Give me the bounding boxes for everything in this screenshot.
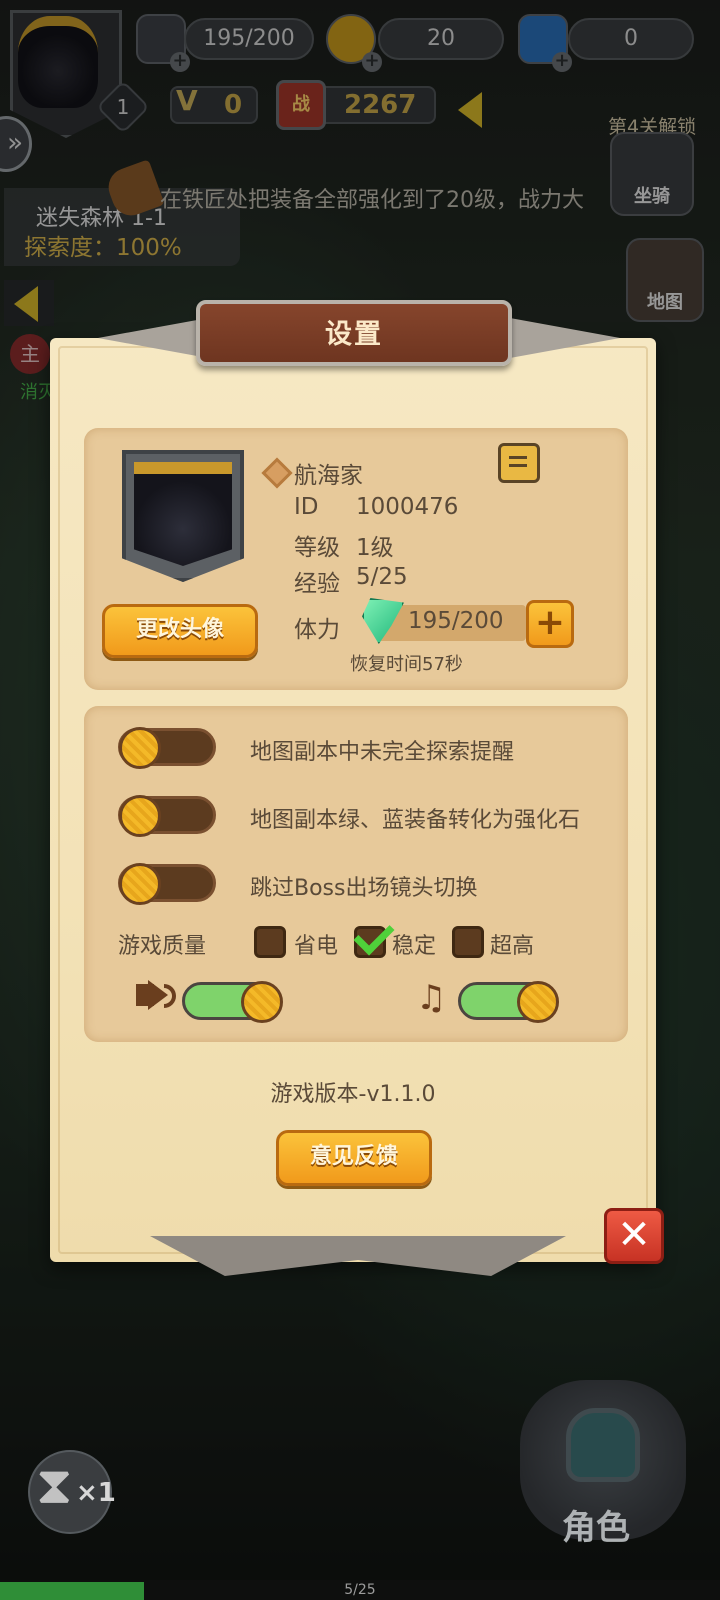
quality-power-save-label: 省电: [294, 934, 339, 959]
explore-reminder-label: 地图副本中未完全探索提醒: [250, 740, 515, 765]
add-stamina-button[interactable]: +: [526, 600, 574, 648]
quality-ultra-checkbox[interactable]: [452, 926, 484, 958]
hourglass-icon: ⧗: [36, 1456, 73, 1516]
id-value: 1000476: [356, 494, 459, 520]
music-note-icon: ♫: [416, 978, 447, 1018]
game-version: 游戏版本-v1.1.0: [270, 1082, 436, 1107]
level-value: 1级: [356, 535, 394, 561]
exp-value: 5/25: [356, 564, 408, 590]
music-toggle[interactable]: [458, 981, 559, 1023]
convert-equipment-toggle[interactable]: [118, 795, 216, 837]
profile-portrait: [134, 462, 232, 566]
id-label: ID: [294, 494, 319, 520]
quality-ultra-label: 超高: [490, 934, 535, 959]
level-label: 等级: [294, 535, 340, 561]
player-name: 航海家: [294, 463, 363, 489]
helmet-icon: [566, 1408, 640, 1482]
quality-stable-label: 稳定: [392, 934, 437, 959]
skip-boss-cutscene-toggle[interactable]: [118, 863, 216, 905]
quality-label: 游戏质量: [118, 934, 207, 959]
sound-toggle[interactable]: [182, 981, 283, 1023]
feedback-button[interactable]: 意见反馈: [276, 1130, 432, 1186]
close-button[interactable]: ✕: [604, 1208, 664, 1264]
dialog-title: 设置: [325, 319, 383, 350]
change-avatar-button[interactable]: 更改头像: [102, 604, 258, 658]
exp-label: 经验: [294, 571, 340, 597]
page-counter: 5/25: [344, 1582, 376, 1598]
explore-reminder-toggle[interactable]: [118, 727, 216, 769]
stamina-value: 195/200: [408, 608, 504, 634]
skip-boss-cutscene-label: 跳过Boss出场镜头切换: [250, 876, 478, 901]
edit-name-icon[interactable]: [498, 443, 540, 483]
quality-power-save-checkbox[interactable]: [254, 926, 286, 958]
role-label: 角色: [562, 1508, 630, 1548]
stamina-recover-time: 恢复时间57秒: [350, 654, 463, 675]
stamina-label: 体力: [294, 617, 340, 643]
speed-multiplier: ×1: [76, 1478, 116, 1508]
convert-equipment-label: 地图副本绿、蓝装备转化为强化石: [250, 808, 581, 833]
